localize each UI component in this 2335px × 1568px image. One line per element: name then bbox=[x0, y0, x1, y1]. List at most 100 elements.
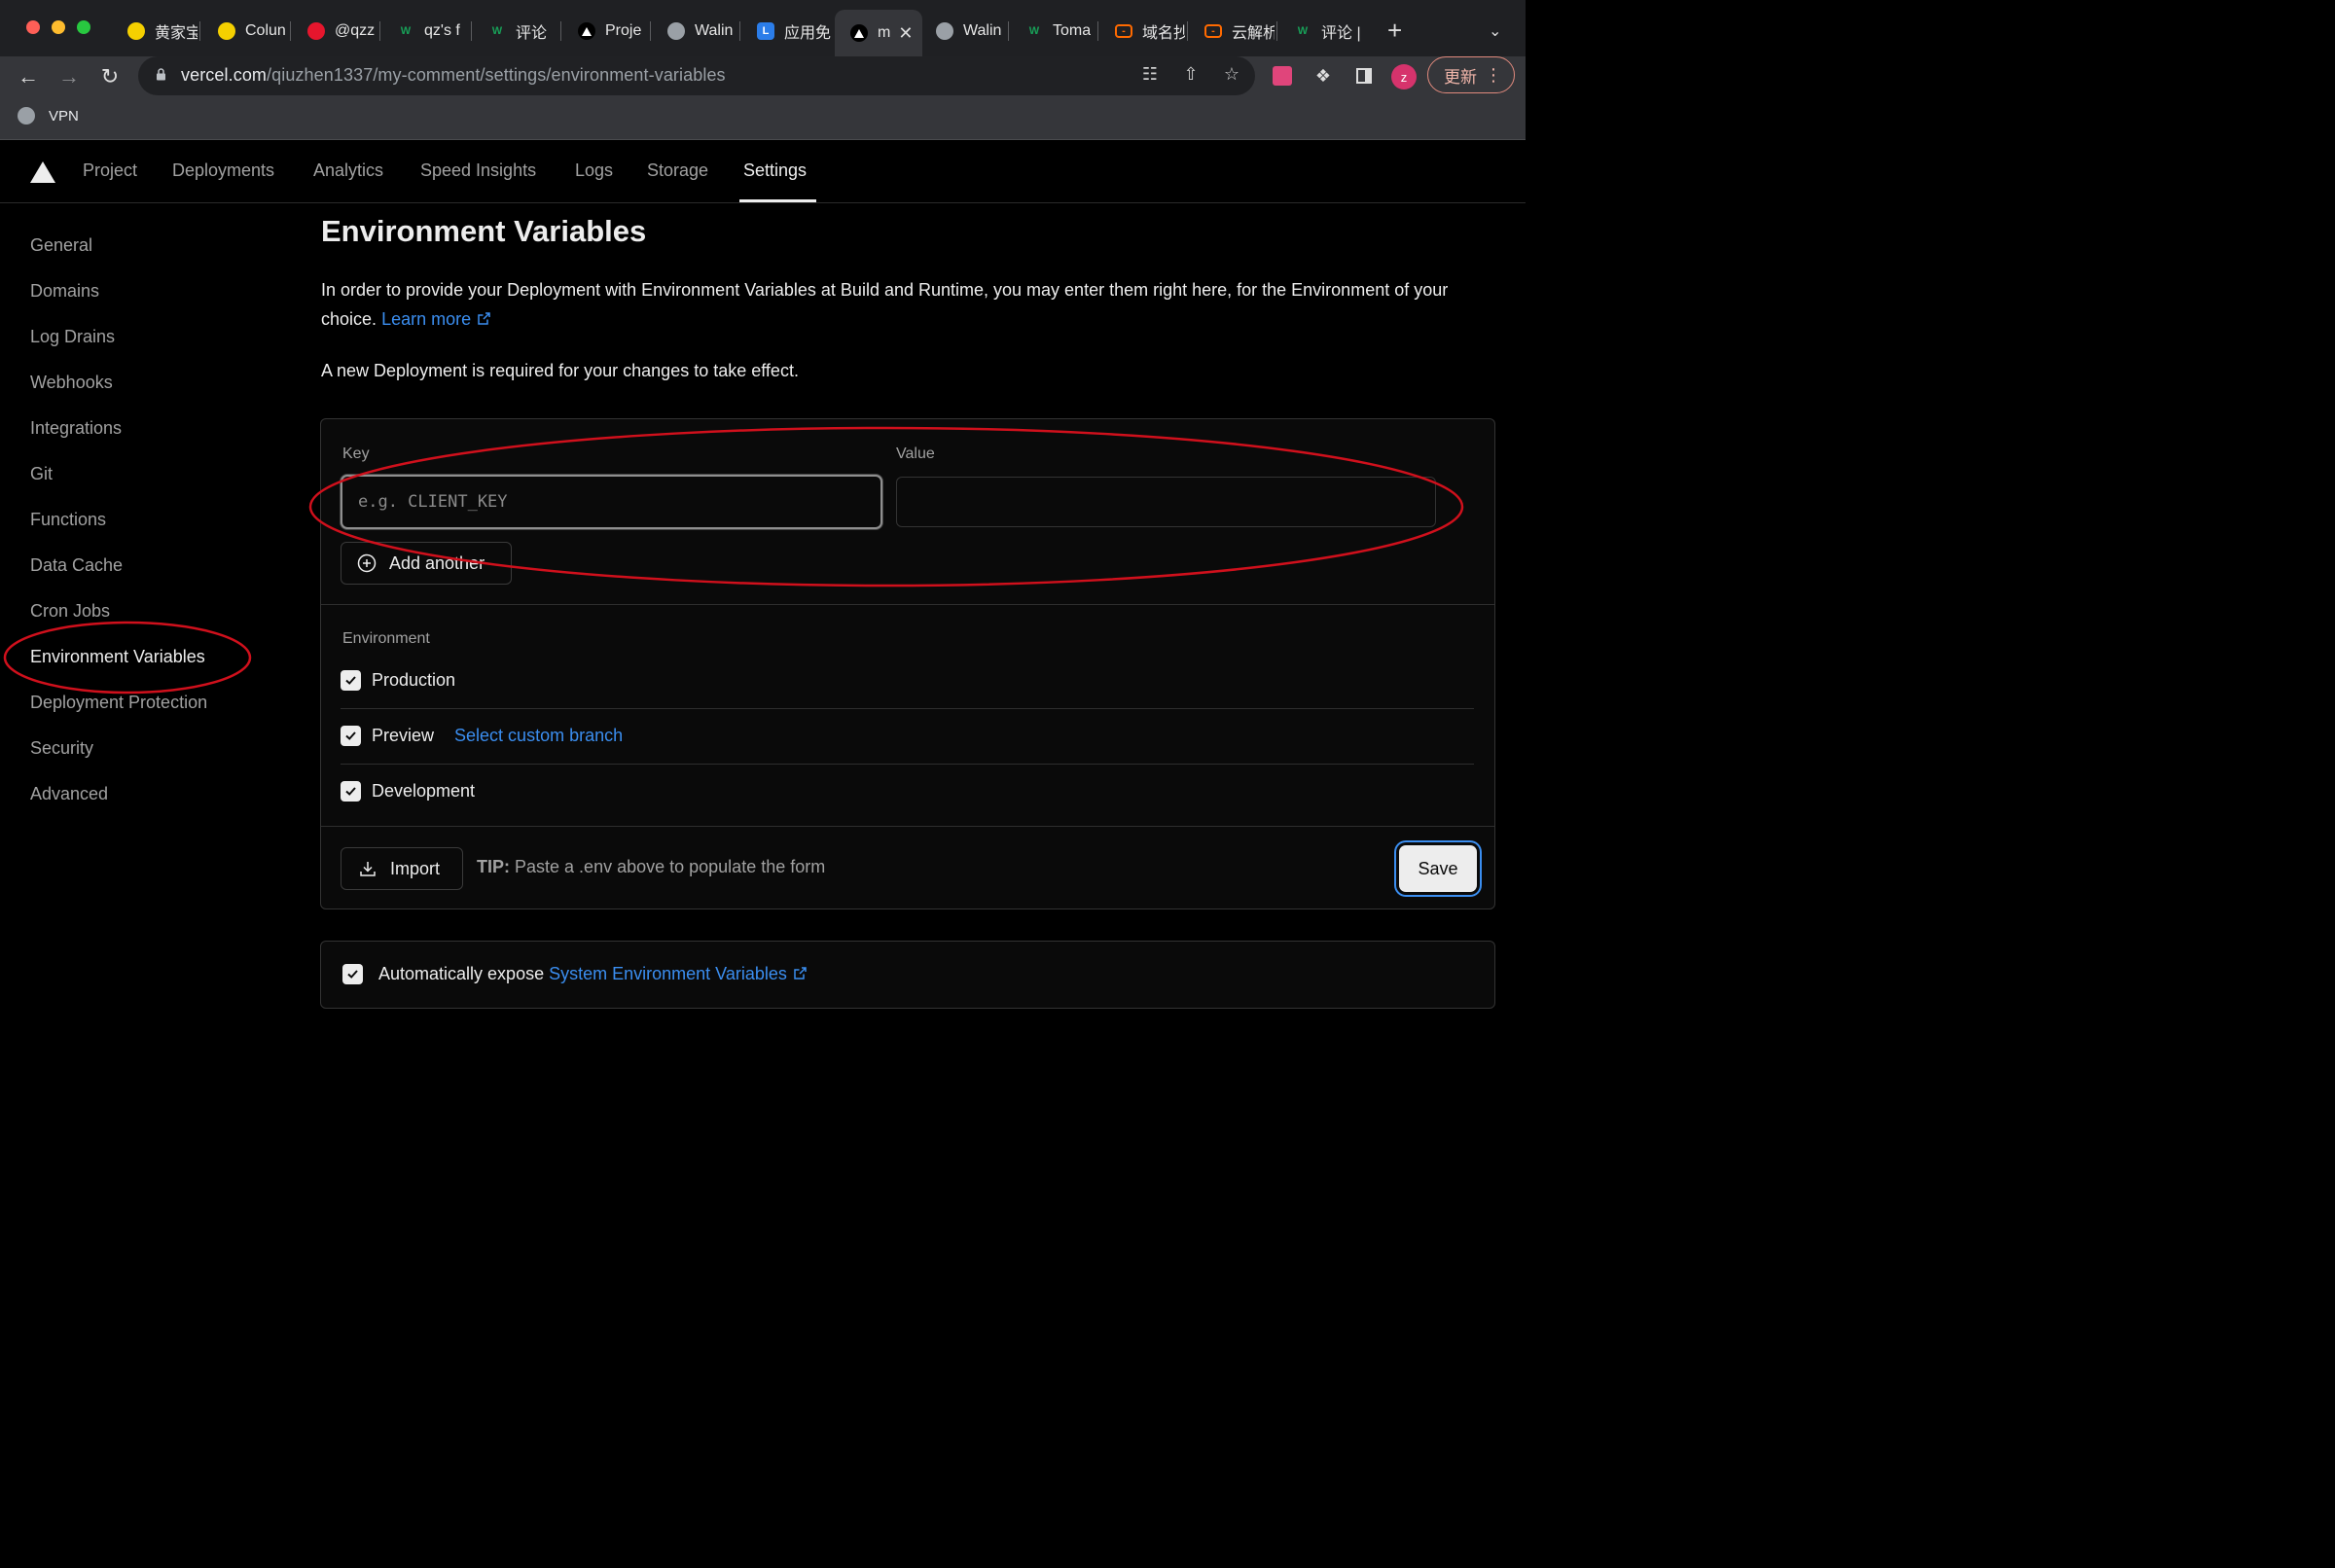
nav-analytics[interactable]: Analytics bbox=[313, 160, 383, 181]
env-preview-row[interactable]: Preview Select custom branch bbox=[341, 726, 623, 746]
extensions-puzzle-icon[interactable]: ❖ bbox=[1311, 63, 1336, 89]
new-tab-button[interactable]: + bbox=[1387, 18, 1402, 43]
forward-arrow-icon[interactable]: → bbox=[54, 62, 84, 91]
browser-update-button[interactable]: 更新 ⋮ bbox=[1427, 56, 1515, 93]
walinejs-icon: W bbox=[491, 25, 503, 37]
nav-logs[interactable]: Logs bbox=[575, 160, 613, 181]
import-tip: TIP: Paste a .env above to populate the … bbox=[477, 857, 826, 876]
sidebar-item-integrations[interactable]: Integrations bbox=[30, 418, 122, 439]
browser-tab[interactable]: m ✕ bbox=[835, 10, 922, 56]
browser-tab[interactable]: W Toma bbox=[1010, 14, 1096, 49]
tab-search-chevron-icon[interactable]: ⌄ bbox=[1489, 21, 1501, 41]
sidebar-item-advanced[interactable]: Advanced bbox=[30, 784, 108, 804]
nav-speed-insights[interactable]: Speed Insights bbox=[420, 160, 536, 181]
translate-icon[interactable]: ☷ bbox=[1138, 64, 1162, 85]
deployment-required-notice: A new Deployment is required for your ch… bbox=[321, 361, 799, 380]
url-text: vercel.com/qiuzhen1337/my-comment/settin… bbox=[181, 65, 726, 85]
nav-settings[interactable]: Settings bbox=[743, 160, 807, 181]
translate-extension-icon[interactable] bbox=[1270, 63, 1295, 89]
key-input[interactable] bbox=[341, 475, 882, 529]
browser-tab[interactable]: L 应用免 bbox=[741, 14, 831, 49]
add-another-button[interactable]: Add another bbox=[341, 542, 512, 585]
browser-tab-label: 黄家宝 bbox=[155, 25, 198, 42]
system-env-card: Automatically expose System Environment … bbox=[320, 941, 1495, 1009]
sidebar-item-general[interactable]: General bbox=[30, 235, 92, 256]
browser-tab[interactable]: - 云解析 bbox=[1189, 14, 1275, 49]
section-divider bbox=[321, 826, 1494, 827]
share-icon[interactable]: ⇧ bbox=[1179, 64, 1203, 85]
browser-tab[interactable]: 黄家宝 bbox=[112, 14, 198, 49]
production-checkbox[interactable] bbox=[341, 670, 361, 691]
reload-icon[interactable]: ↻ bbox=[95, 62, 125, 91]
browser-tab[interactable]: Proje bbox=[562, 14, 648, 49]
system-env-link[interactable]: System Environment Variables bbox=[549, 964, 808, 984]
vercel-logo-icon[interactable] bbox=[29, 160, 56, 184]
sidebar-item-functions[interactable]: Functions bbox=[30, 510, 106, 530]
sidebar-item-data-cache[interactable]: Data Cache bbox=[30, 555, 123, 576]
nav-project[interactable]: Project bbox=[83, 160, 137, 181]
globe-icon bbox=[936, 22, 953, 40]
tab-separator bbox=[471, 21, 472, 41]
side-panel-icon[interactable] bbox=[1351, 63, 1377, 89]
development-checkbox[interactable] bbox=[341, 781, 361, 802]
tab-separator bbox=[290, 21, 291, 41]
minimize-window-button[interactable] bbox=[52, 20, 65, 34]
nav-storage[interactable]: Storage bbox=[647, 160, 708, 181]
sidebar-item-security[interactable]: Security bbox=[30, 738, 93, 759]
browser-tab-label: Walin bbox=[695, 22, 734, 39]
sidebar-item-git[interactable]: Git bbox=[30, 464, 53, 484]
sidebar-item-domains[interactable]: Domains bbox=[30, 281, 99, 302]
sidebar-item-log-drains[interactable]: Log Drains bbox=[30, 327, 115, 347]
browser-tab[interactable]: Walin bbox=[920, 14, 1006, 49]
walinejs-icon: W bbox=[1297, 25, 1309, 37]
browser-tab[interactable]: @qzz bbox=[292, 14, 377, 49]
select-custom-branch-link[interactable]: Select custom branch bbox=[454, 726, 623, 746]
tab-separator bbox=[1097, 21, 1098, 41]
preview-checkbox[interactable] bbox=[341, 726, 361, 746]
import-button[interactable]: Import bbox=[341, 847, 463, 890]
system-env-checkbox[interactable] bbox=[342, 964, 363, 984]
address-bar[interactable]: vercel.com/qiuzhen1337/my-comment/settin… bbox=[138, 56, 1255, 95]
browser-tab[interactable]: - 域名抄 bbox=[1099, 14, 1185, 49]
sidebar-item-cron-jobs[interactable]: Cron Jobs bbox=[30, 601, 110, 622]
page-description: In order to provide your Deployment with… bbox=[321, 280, 1449, 329]
plus-circle-icon bbox=[357, 553, 377, 573]
bookmark-star-icon[interactable]: ☆ bbox=[1220, 64, 1243, 85]
aliyun-icon: - bbox=[1204, 24, 1222, 38]
browser-tab[interactable]: Walin bbox=[652, 14, 737, 49]
system-env-row[interactable]: Automatically expose System Environment … bbox=[342, 964, 808, 984]
row-divider bbox=[341, 708, 1474, 709]
browser-tab-label: 评论 | bbox=[1321, 25, 1361, 42]
project-top-nav: Project Deployments Analytics Speed Insi… bbox=[0, 141, 1526, 203]
sidebar-item-deployment-protection[interactable]: Deployment Protection bbox=[30, 693, 207, 713]
learn-more-link[interactable]: Learn more bbox=[381, 309, 491, 329]
profile-avatar[interactable]: z bbox=[1391, 64, 1417, 89]
close-tab-icon[interactable]: ✕ bbox=[898, 23, 913, 44]
browser-tab[interactable]: W 评论 bbox=[473, 14, 558, 49]
sidebar-item-webhooks[interactable]: Webhooks bbox=[30, 373, 113, 393]
browser-tab[interactable]: W 评论 | bbox=[1278, 14, 1364, 49]
walinejs-icon: W bbox=[400, 25, 412, 37]
browser-tab[interactable]: Colun bbox=[202, 14, 288, 49]
env-production-row[interactable]: Production bbox=[341, 670, 455, 691]
sidebar-item-environment-variables[interactable]: Environment Variables bbox=[30, 647, 205, 667]
value-label: Value bbox=[896, 445, 935, 462]
more-menu-icon[interactable]: ⋮ bbox=[1485, 65, 1502, 85]
check-icon bbox=[347, 970, 358, 979]
maximize-window-button[interactable] bbox=[77, 20, 90, 34]
nav-deployments[interactable]: Deployments bbox=[172, 160, 274, 181]
bookmarks-bar: VPN bbox=[0, 97, 1526, 140]
browser-tab[interactable]: Wqz's f bbox=[381, 14, 469, 49]
save-button[interactable]: Save bbox=[1399, 845, 1477, 892]
leancloud-icon: L bbox=[757, 22, 774, 40]
value-input[interactable] bbox=[896, 477, 1436, 527]
bookmark-vpn[interactable]: VPN bbox=[18, 107, 79, 125]
tab-separator bbox=[650, 21, 651, 41]
section-divider bbox=[321, 604, 1494, 605]
close-window-button[interactable] bbox=[26, 20, 40, 34]
env-development-row[interactable]: Development bbox=[341, 781, 475, 802]
external-link-icon bbox=[478, 312, 490, 325]
browser-tab-label: 云解析 bbox=[1232, 25, 1275, 42]
tab-separator bbox=[560, 21, 561, 41]
back-arrow-icon[interactable]: ← bbox=[14, 62, 43, 91]
